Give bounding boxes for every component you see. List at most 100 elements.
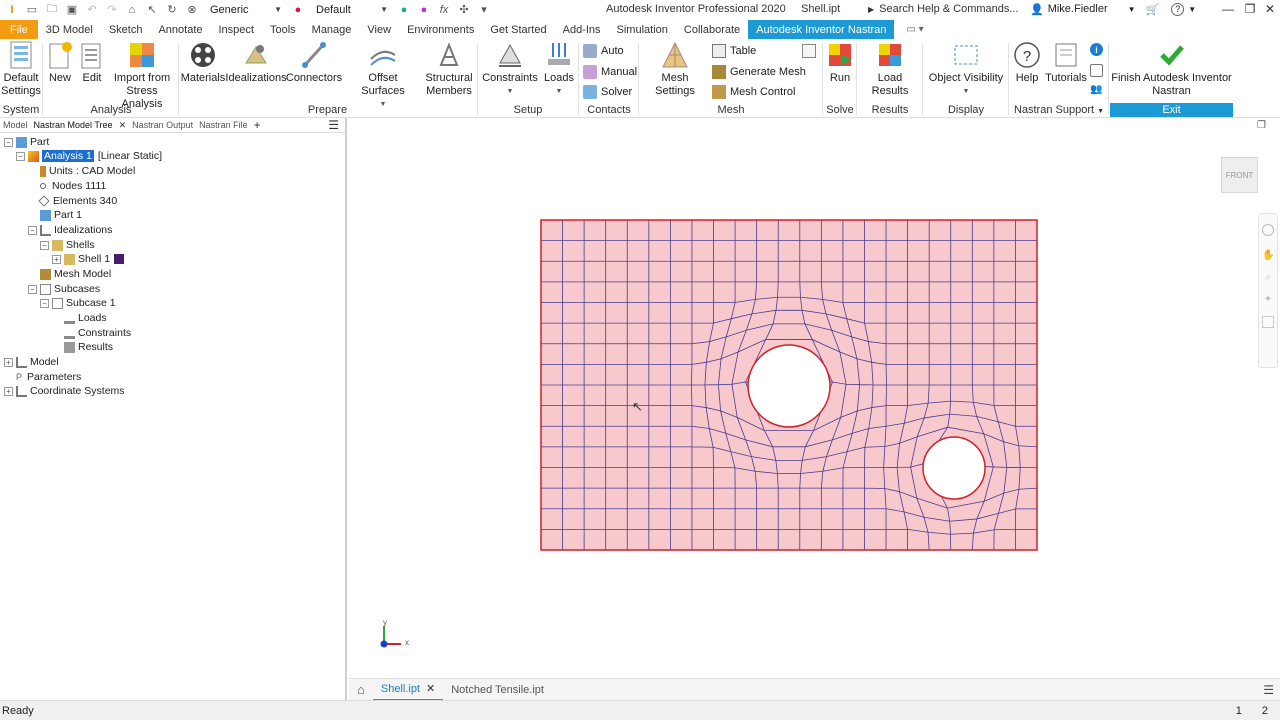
look-at-icon[interactable] [1262,316,1274,328]
tree-node-nodes[interactable]: Nodes 1111 [40,179,106,193]
tab-environments[interactable]: Environments [399,20,482,39]
new-analysis-button[interactable]: New [46,41,74,85]
expand-icon[interactable]: + [4,386,13,396]
open-folder-icon[interactable]: 🗀 [44,2,60,18]
tree-node-analysis[interactable]: − Analysis 1 [Linear Static] [16,149,162,163]
tab-nastran[interactable]: Autodesk Inventor Nastran [748,20,895,39]
appearance-icon[interactable]: ● [290,2,306,18]
shell-mesh[interactable] [349,118,1280,678]
offset-surfaces-button[interactable]: Offset Surfaces ▼ [348,41,418,111]
tree-node-idealizations[interactable]: − Idealizations [28,223,112,237]
clear-appearance-icon[interactable]: ● [396,2,412,18]
doc-tab-notched-tensile[interactable]: Notched Tensile.ipt [443,679,552,701]
tree-node-model[interactable]: + Model [4,355,59,369]
fx-icon[interactable]: fx [436,2,452,18]
customize-icon[interactable]: ▾ [476,2,492,18]
close-icon[interactable]: ✕ [426,682,435,695]
tree-node-part1[interactable]: Part 1 [40,208,82,222]
move-icon[interactable]: ✣ [456,2,472,18]
select-icon[interactable]: ↖ [144,2,160,18]
edit-analysis-button[interactable]: Edit [78,41,106,85]
tab-collaborate[interactable]: Collaborate [676,20,748,39]
loads-button[interactable]: Loads ▼ [542,41,576,98]
steering-wheel-icon[interactable] [1262,224,1274,236]
close-icon[interactable]: ✕ [1260,1,1280,17]
add-tab-icon[interactable]: + [251,118,264,132]
import-stress-button[interactable]: Import from Stress Analysis [108,41,176,111]
user-menu[interactable]: 👤 Mike.Fiedler ▼ 🛒 ? ▼ [1030,0,1196,18]
browser-tab-nastran-tree[interactable]: Nastran Model Tree [31,120,116,130]
tree-node-parameters[interactable]: P Parameters [16,370,81,384]
zoom-icon[interactable]: ⌕ [1262,272,1274,284]
object-visibility-button[interactable]: Object Visibility ▼ [928,41,1004,98]
mesh-settings-button[interactable]: Mesh Settings [642,41,708,98]
new-file-icon[interactable]: ▭ [24,2,40,18]
web-support-button[interactable] [1090,64,1103,77]
cart-icon[interactable]: 🛒 [1146,3,1160,16]
tab-tools[interactable]: Tools [262,20,304,39]
expand-icon[interactable]: + [4,357,13,367]
home-tab-icon[interactable]: ⌂ [349,679,373,701]
tab-manage[interactable]: Manage [304,20,360,39]
tree-node-shell1[interactable]: + Shell 1 [52,252,125,266]
tab-add-ins[interactable]: Add-Ins [555,20,609,39]
collapse-icon[interactable]: − [16,151,25,161]
auto-contacts-button[interactable]: Auto [583,44,624,58]
redo-icon[interactable]: ↷ [104,2,120,18]
appearance-select[interactable]: Default ▼ [312,2,392,18]
navigation-bar[interactable]: ✋ ⌕ ✦ [1258,213,1278,368]
idealizations-button[interactable]: Idealizations [225,41,287,85]
help-icon[interactable]: ? [1171,2,1185,16]
connectors-button[interactable]: Connectors [286,41,342,85]
group-nastran-support[interactable]: Nastran Support ▼ [1010,104,1108,116]
material-select[interactable]: Generic ▼ [206,2,286,18]
close-icon[interactable]: ✕ [116,120,130,131]
tree-node-units[interactable]: Units : CAD Model [40,164,135,178]
tree-node-mesh-model[interactable]: Mesh Model [40,267,111,281]
collapse-icon[interactable]: − [40,240,49,250]
view-cube[interactable]: FRONT [1221,157,1258,193]
undo-icon[interactable]: ↶ [84,2,100,18]
collapse-icon[interactable]: − [28,225,37,235]
collapse-icon[interactable]: − [4,137,13,147]
tree-node-subcase1[interactable]: − Subcase 1 [40,296,116,310]
orbit-icon[interactable]: ✦ [1262,294,1274,306]
tree-node-coordinate-systems[interactable]: + Coordinate Systems [4,384,125,398]
load-results-button[interactable]: Load Results [860,41,920,98]
constraints-button[interactable]: Constraints ▼ [482,41,538,98]
materials-button[interactable]: Materials [181,41,225,85]
tab-file[interactable]: File [0,20,38,39]
run-button[interactable]: Run [826,41,854,85]
tree-node-elements[interactable]: Elements 340 [38,194,117,208]
browser-tab-nastran-output[interactable]: Nastran Output [129,120,196,130]
info-button[interactable]: i [1090,43,1103,56]
collapse-icon[interactable]: − [28,284,37,294]
finish-nastran-button[interactable]: Finish Autodesk Inventor Nastran [1110,41,1233,98]
measure-icon[interactable]: ⊗ [184,2,200,18]
structural-members-button[interactable]: Structural Members [424,41,474,98]
collapse-icon[interactable]: − [40,298,49,308]
community-button[interactable]: 👥 [1090,84,1102,95]
tree-node-constraints[interactable]: Constraints [64,326,131,340]
adjust-icon[interactable]: ● [416,2,432,18]
menu-icon[interactable]: ☰ [325,118,345,132]
mesh-table-extra-icon[interactable] [802,44,820,58]
default-settings-button[interactable]: Default Settings [1,41,41,98]
tree-node-loads[interactable]: Loads [64,311,107,325]
save-icon[interactable]: ▣ [64,2,80,18]
minimize-icon[interactable]: — [1218,1,1238,17]
tree-node-results[interactable]: Results [64,340,113,354]
tutorials-button[interactable]: Tutorials [1044,41,1088,85]
search-input[interactable]: ▶ Search Help & Commands... [868,0,1023,18]
tree-node-subcases[interactable]: − Subcases [28,282,100,296]
home-icon[interactable]: ⌂ [124,2,140,18]
tree-node-shells[interactable]: − Shells [40,238,95,252]
tab-simulation[interactable]: Simulation [609,20,676,39]
browser-tab-model[interactable]: Model [0,120,31,130]
tab-3d-model[interactable]: 3D Model [38,20,101,39]
mesh-control-button[interactable]: Mesh Control [712,85,795,99]
help-button[interactable]: ? Help [1012,41,1042,85]
pan-icon[interactable]: ✋ [1262,250,1274,262]
browser-tab-nastran-file[interactable]: Nastran File [196,120,251,130]
menu-icon[interactable]: ☰ [1263,683,1274,697]
